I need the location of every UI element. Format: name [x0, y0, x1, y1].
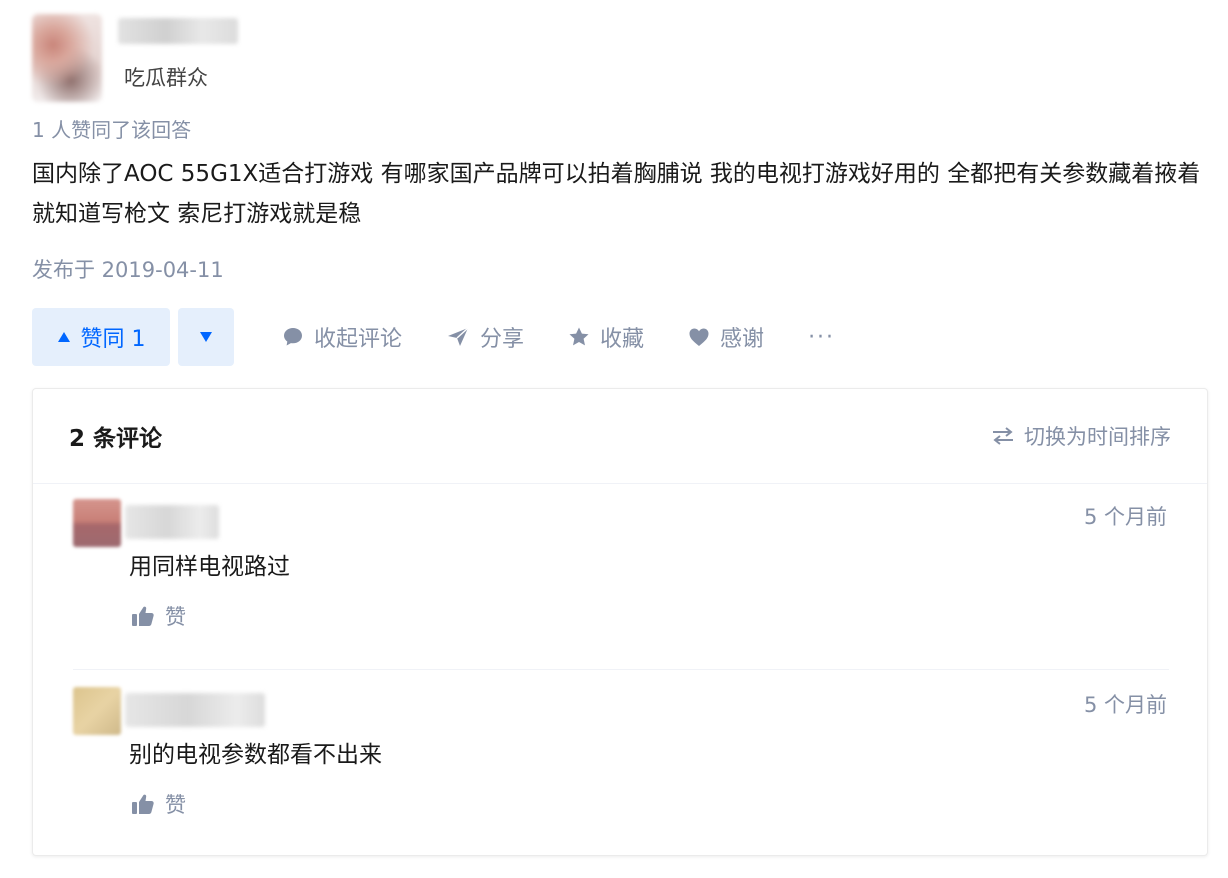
paper-plane-icon: [448, 327, 469, 346]
comment-like-label: 赞: [165, 605, 186, 629]
star-icon: [569, 327, 589, 346]
answer-page: 吃瓜群众 1 人赞同了该回答 国内除了AOC 55G1X适合打游戏 有哪家国产品…: [0, 0, 1228, 878]
comment-text: 用同样电视路过: [129, 554, 290, 580]
comments-count: 2 条评论: [69, 426, 163, 452]
triangle-down-icon: [200, 332, 212, 342]
comment-time: 5 个月前: [1083, 505, 1167, 529]
comments-header: 2 条评论 切换为时间排序: [33, 389, 1207, 484]
heart-icon: [689, 328, 709, 346]
comment-item: 5 个月前 用同样电视路过 赞: [73, 499, 1169, 670]
sort-toggle-label: 切换为时间排序: [1024, 425, 1171, 449]
sort-toggle-button[interactable]: 切换为时间排序: [990, 421, 1171, 451]
comments-panel: 2 条评论 切换为时间排序 5 个月前 用同样电视路过 赞 5 个月前 别的电视…: [32, 388, 1208, 856]
thanks-button[interactable]: 感谢: [688, 321, 764, 353]
commenter-name-redacted[interactable]: [125, 505, 219, 539]
thumbs-up-icon: [132, 606, 154, 626]
comment-bubble-icon: [284, 328, 302, 346]
comment-time: 5 个月前: [1083, 693, 1167, 717]
favorite-label: 收藏: [600, 327, 645, 352]
upvote-label: 赞同 1: [80, 327, 146, 352]
author-headline: 吃瓜群众: [124, 66, 208, 90]
thanks-label: 感谢: [720, 327, 765, 352]
comment-like-button[interactable]: 赞: [131, 601, 186, 631]
comment-like-button[interactable]: 赞: [131, 789, 186, 819]
author-avatar[interactable]: [32, 14, 102, 102]
publish-date[interactable]: 发布于 2019-04-11: [32, 254, 224, 284]
share-label: 分享: [480, 327, 525, 352]
author-header: 吃瓜群众: [32, 14, 252, 104]
comment-text: 别的电视参数都看不出来: [129, 742, 382, 768]
commenter-name-redacted[interactable]: [125, 693, 265, 727]
commenter-avatar[interactable]: [73, 687, 121, 735]
more-options-button[interactable]: ···: [808, 325, 835, 350]
vote-summary[interactable]: 1 人赞同了该回答: [32, 114, 191, 143]
comment-item: 5 个月前 别的电视参数都看不出来 赞: [73, 687, 1169, 837]
answer-content: 国内除了AOC 55G1X适合打游戏 有哪家国产品牌可以拍着胸脯说 我的电视打游…: [32, 161, 1201, 227]
triangle-up-icon: [57, 332, 70, 342]
action-bar: 赞同 1 收起评论 分享 收藏 感谢 ···: [32, 308, 835, 366]
ellipsis-icon: ···: [808, 324, 836, 350]
collapse-comments-button[interactable]: 收起评论: [282, 321, 402, 353]
author-name-redacted[interactable]: [118, 18, 238, 44]
thumbs-up-icon: [132, 794, 154, 814]
swap-arrows-icon: [993, 427, 1013, 445]
comment-like-label: 赞: [165, 793, 186, 817]
share-button[interactable]: 分享: [446, 321, 524, 353]
commenter-avatar[interactable]: [73, 499, 121, 547]
downvote-button[interactable]: [178, 308, 234, 366]
favorite-button[interactable]: 收藏: [568, 321, 644, 353]
upvote-button[interactable]: 赞同 1: [32, 308, 170, 366]
collapse-comments-label: 收起评论: [314, 327, 403, 352]
